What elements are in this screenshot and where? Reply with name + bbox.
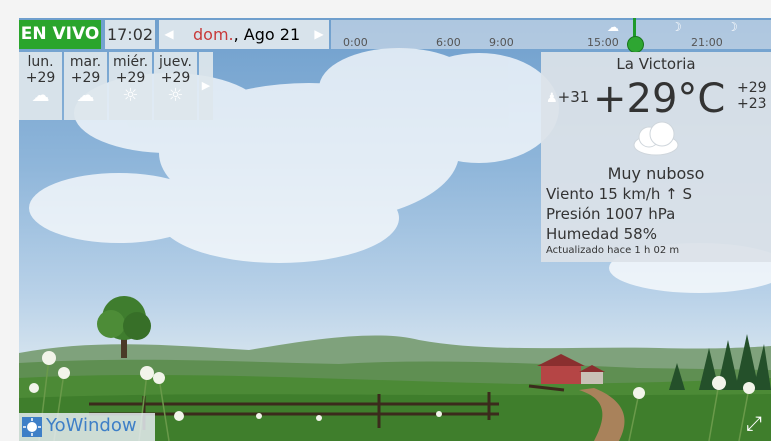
city-name[interactable]: La Victoria (541, 55, 771, 73)
triangle-right-icon[interactable]: ▶ (199, 52, 213, 120)
forecast-day[interactable]: miér. +29 ☼ (109, 52, 152, 120)
condition-text: Muy nuboso (607, 164, 705, 183)
fullscreen-icon[interactable]: ⤢ (741, 410, 767, 436)
cloud-icon: ☁ (76, 85, 95, 106)
forecast-day-name: miér. (112, 54, 149, 70)
moon-icon: ☽ (671, 20, 682, 34)
date-value: , Ago 21 (233, 25, 301, 44)
forecast-day-temp: +29 (25, 70, 56, 86)
timeline-tick: 6:00 (436, 36, 461, 49)
timeline-tick: 21:00 (691, 36, 723, 49)
forecast-strip: lun. +29 ☁ mar. +29 ☁ miér. +29 ☼ juev. … (19, 52, 215, 120)
triangle-left-icon[interactable]: ◀ (159, 20, 179, 49)
brand-logo[interactable]: YoWindow (19, 413, 155, 441)
date-selector: ◀ dom., Ago 21 ▶ (159, 20, 329, 49)
date-label: dom., Ago 21 (193, 20, 300, 49)
day-name: dom. (193, 25, 234, 44)
humidity-info: Humedad 58% (546, 225, 657, 243)
triangle-right-icon[interactable]: ▶ (309, 20, 329, 49)
sun-logo-icon (22, 417, 42, 437)
cloud-icon: ☁ (607, 20, 619, 34)
cloud-icon (633, 121, 679, 156)
feels-like: ♟+31 (546, 88, 589, 106)
live-button[interactable]: EN VIVO (19, 20, 101, 49)
sun-cloud-icon: ☼ (122, 85, 139, 106)
wind-info: Viento 15 km/h ↑ S (546, 185, 693, 203)
forecast-day-name: mar. (69, 54, 102, 70)
updated-info: Actualizado hace 1 h 02 m (546, 245, 680, 256)
forecast-day-temp: +29 (115, 70, 146, 86)
current-time: 17:02 (105, 20, 155, 49)
brand-name: YoWindow (46, 415, 137, 436)
forecast-day[interactable]: mar. +29 ☁ (64, 52, 107, 120)
forecast-day[interactable]: lun. +29 ☁ (19, 52, 62, 120)
timeline-tick: 15:00 (587, 36, 619, 49)
timeline-tick: 0:00 (343, 36, 368, 49)
current-temperature: +29°C (593, 76, 726, 122)
forecast-day[interactable]: juev. +29 ☼ (154, 52, 197, 120)
forecast-day-temp: +29 (160, 70, 191, 86)
forecast-day-temp: +29 (70, 70, 101, 86)
high-low: +29 +23 (737, 80, 767, 112)
forecast-day-name: juev. (158, 54, 193, 70)
time-slider-handle[interactable] (627, 36, 644, 53)
app-frame: EN VIVO 17:02 ◀ dom., Ago 21 ▶ 0:00 6:00… (0, 0, 771, 441)
timeline-scrubber[interactable]: 0:00 6:00 9:00 15:00 21:00 ☁ ☽ ☽ (331, 20, 771, 49)
feels-like-value: +31 (557, 88, 590, 106)
forecast-day-name: lun. (27, 54, 54, 70)
pressure-info: Presión 1007 hPa (546, 205, 676, 223)
current-conditions-panel: La Victoria ♟+31 +29°C +29 +23 Muy nubos… (541, 52, 771, 262)
timeline-tick: 9:00 (489, 36, 514, 49)
moon-cloud-icon: ☽ (727, 20, 738, 34)
sun-cloud-icon: ☼ (167, 85, 184, 106)
high-temp: +29 (737, 80, 767, 96)
cloud-icon: ☁ (31, 85, 50, 106)
low-temp: +23 (737, 96, 767, 112)
weather-scene: EN VIVO 17:02 ◀ dom., Ago 21 ▶ 0:00 6:00… (19, 18, 771, 441)
top-bar: EN VIVO 17:02 ◀ dom., Ago 21 ▶ 0:00 6:00… (19, 18, 771, 53)
person-icon: ♟ (546, 91, 558, 106)
